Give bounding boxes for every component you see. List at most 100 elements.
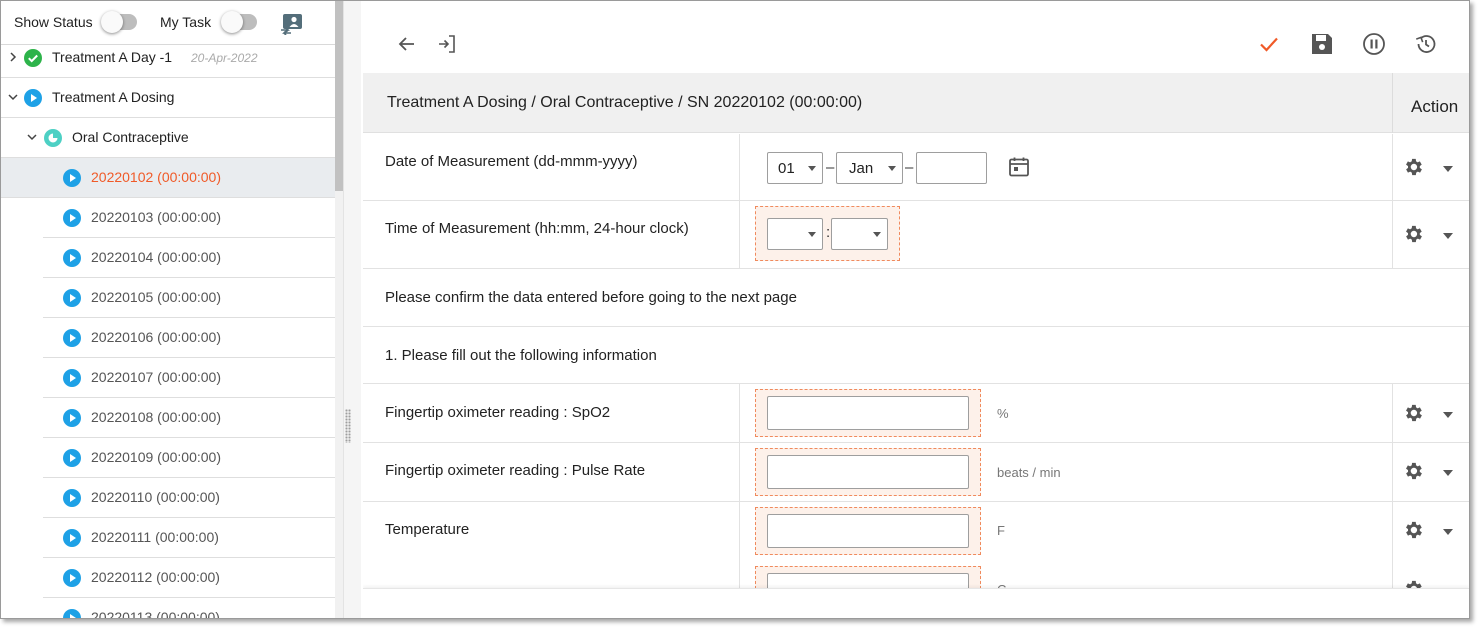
chevron-down-icon[interactable] [26, 131, 38, 143]
breadcrumb: Treatment A Dosing / Oral Contraceptive … [387, 94, 863, 111]
date-day-select[interactable]: 01 [767, 152, 823, 184]
breadcrumb-bar: Treatment A Dosing / Oral Contraceptive … [363, 73, 1469, 133]
column-divider [739, 443, 740, 501]
action-divider [1392, 134, 1393, 200]
toggle-knob [221, 11, 243, 33]
gear-icon[interactable] [1402, 156, 1424, 178]
visit-item-20220107[interactable]: 20220107 (00:00:00) [43, 358, 335, 398]
date-month-select[interactable]: Jan [836, 152, 903, 184]
caret-down-icon [888, 166, 896, 171]
time-hour-select[interactable] [767, 218, 823, 250]
visit-item-20220113[interactable]: 20220113 (00:00:00) [43, 598, 335, 618]
caret-down-icon[interactable] [1443, 412, 1453, 418]
play-circle-icon [63, 209, 81, 227]
date-day-value: 01 [778, 160, 795, 177]
visit-item-20220112[interactable]: 20220112 (00:00:00) [43, 558, 335, 598]
visit-item-20220103[interactable]: 20220103 (00:00:00) [43, 198, 335, 238]
form-pane: Treatment A Dosing / Oral Contraceptive … [363, 13, 1469, 618]
visit-item-20220111[interactable]: 20220111 (00:00:00) [43, 518, 335, 558]
check-icon[interactable] [1256, 31, 1282, 57]
play-circle-icon [63, 369, 81, 387]
spo2-row: Fingertip oximeter reading : SpO2 % [363, 384, 1469, 443]
check-circle-icon [24, 49, 42, 67]
form-scrollbar-track[interactable] [1469, 13, 1470, 619]
gear-icon[interactable] [1402, 402, 1424, 424]
tree-item-day-minus-1[interactable]: Treatment A Day -1 20-Apr-2022 [1, 38, 335, 78]
date-year-input[interactable] [916, 152, 987, 184]
play-circle-icon [63, 569, 81, 587]
action-divider [1392, 443, 1393, 501]
visit-item-20220105[interactable]: 20220105 (00:00:00) [43, 278, 335, 318]
visit-item-20220109[interactable]: 20220109 (00:00:00) [43, 438, 335, 478]
splitter-grip-icon[interactable] [345, 409, 351, 443]
action-divider [1392, 384, 1393, 442]
visit-item-20220104[interactable]: 20220104 (00:00:00) [43, 238, 335, 278]
visit-label: 20220108 (00:00:00) [91, 409, 221, 425]
pause-circle-icon[interactable] [1361, 31, 1387, 57]
sign-in-icon[interactable] [434, 31, 460, 57]
spo2-unit: % [997, 406, 1009, 421]
visit-label: 20220110 (00:00:00) [91, 489, 220, 505]
caret-down-icon[interactable] [1443, 233, 1453, 239]
pulse-rate-input[interactable] [767, 455, 969, 489]
history-icon[interactable] [1413, 31, 1439, 57]
tree-item-label: Oral Contraceptive [72, 129, 189, 145]
confirm-instruction-text: Please confirm the data entered before g… [385, 289, 797, 306]
play-circle-icon [63, 529, 81, 547]
gear-icon[interactable] [1402, 519, 1424, 541]
nav-scrollbar-thumb[interactable] [335, 1, 343, 191]
visit-label: 20220107 (00:00:00) [91, 369, 221, 385]
partial-progress-icon [44, 129, 62, 147]
tree-item-oral-contraceptive[interactable]: Oral Contraceptive [1, 118, 335, 158]
date-separator: – [905, 159, 914, 176]
action-column-header: Action [1392, 73, 1469, 133]
visit-label: 20220105 (00:00:00) [91, 289, 221, 305]
visit-label: 20220112 (00:00:00) [91, 569, 220, 585]
floppy-disk-icon[interactable] [1309, 31, 1335, 57]
chevron-right-icon[interactable] [7, 51, 19, 63]
confirm-instruction-row: Please confirm the data entered before g… [363, 269, 1469, 327]
caret-down-icon[interactable] [1443, 470, 1453, 476]
time-separator: : [826, 224, 831, 241]
action-header-label: Action [1411, 97, 1459, 116]
spo2-input[interactable] [767, 396, 969, 430]
visit-item-20220110[interactable]: 20220110 (00:00:00) [43, 478, 335, 518]
temperature-label: Temperature [385, 521, 470, 538]
gear-icon[interactable] [1402, 460, 1424, 482]
play-circle-icon [63, 409, 81, 427]
play-circle-icon [63, 329, 81, 347]
visit-label: 20220113 (00:00:00) [91, 609, 220, 618]
temperature-f-unit: F [997, 523, 1005, 538]
caret-down-icon[interactable] [1443, 529, 1453, 535]
chevron-down-icon[interactable] [7, 91, 19, 103]
tree-item-dosing[interactable]: Treatment A Dosing [1, 78, 335, 118]
visit-item-20220106[interactable]: 20220106 (00:00:00) [43, 318, 335, 358]
pane-splitter[interactable] [343, 1, 361, 618]
visit-item-20220108[interactable]: 20220108 (00:00:00) [43, 398, 335, 438]
pulse-rate-unit: beats / min [997, 465, 1061, 480]
play-circle-icon [63, 169, 81, 187]
visit-label: 20220102 (00:00:00) [91, 169, 221, 185]
time-of-measurement-row: Time of Measurement (hh:mm, 24-hour cloc… [363, 201, 1469, 269]
gear-icon[interactable] [1402, 223, 1424, 245]
caret-down-icon [808, 232, 816, 237]
form-toolbar [363, 13, 1469, 73]
calendar-icon[interactable] [1007, 155, 1031, 179]
time-minute-select[interactable] [831, 218, 888, 250]
show-status-label: Show Status [14, 14, 93, 30]
caret-down-icon[interactable] [1443, 166, 1453, 172]
assign-subject-icon[interactable] [280, 13, 304, 35]
visit-label: 20220106 (00:00:00) [91, 329, 221, 345]
show-status-toggle[interactable] [101, 11, 137, 33]
my-task-toggle[interactable] [221, 11, 257, 33]
arrow-left-icon[interactable] [394, 31, 420, 57]
visit-item-20220102[interactable]: 20220102 (00:00:00) [1, 158, 335, 198]
application-window: Show Status My Task Treatment A Day -1 2… [0, 0, 1470, 619]
date-month-value: Jan [849, 160, 874, 177]
temperature-f-input[interactable] [767, 514, 969, 548]
visit-label: 20220104 (00:00:00) [91, 249, 221, 265]
my-task-label: My Task [160, 14, 212, 30]
column-divider [739, 384, 740, 442]
navigation-pane: Show Status My Task Treatment A Day -1 2… [1, 1, 343, 618]
visit-label: 20220103 (00:00:00) [91, 209, 221, 225]
